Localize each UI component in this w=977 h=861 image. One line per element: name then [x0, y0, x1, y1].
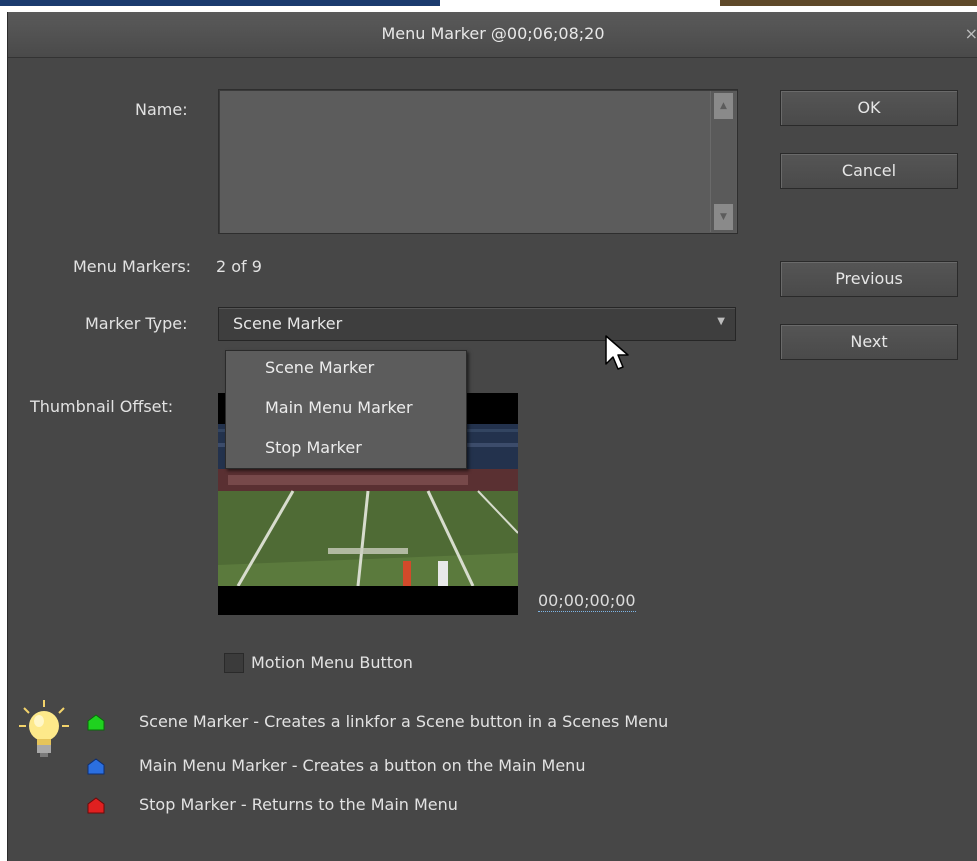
- legend-stop-text: Stop Marker - Returns to the Main Menu: [139, 795, 458, 814]
- cancel-button[interactable]: Cancel: [780, 153, 958, 189]
- thumbnail-offset-timecode[interactable]: 00;00;00;00: [538, 591, 636, 612]
- marker-type-selected: Scene Marker: [233, 314, 343, 333]
- scroll-down-icon[interactable]: ▼: [714, 204, 733, 230]
- marker-type-dropdown[interactable]: Scene Marker ▼: [218, 307, 736, 341]
- mouse-cursor-icon: [605, 335, 629, 370]
- ok-button[interactable]: OK: [780, 90, 958, 126]
- menu-markers-label: Menu Markers:: [73, 257, 192, 276]
- name-textarea[interactable]: ▲ ▼: [218, 89, 738, 234]
- name-label: Name:: [135, 100, 188, 119]
- blue-marker-icon: [87, 758, 105, 775]
- dialog-title: Menu Marker @00;06;08;20: [381, 24, 605, 43]
- menu-item-scene-marker[interactable]: Scene Marker: [265, 358, 374, 377]
- close-icon[interactable]: ×: [965, 24, 977, 43]
- menu-item-main-menu-marker[interactable]: Main Menu Marker: [265, 398, 413, 417]
- marker-type-menu[interactable]: Scene Marker Main Menu Marker Stop Marke…: [225, 350, 467, 469]
- lightbulb-icon: [19, 700, 69, 757]
- marker-type-label: Marker Type:: [85, 314, 188, 333]
- legend-row-scene: Scene Marker - Creates a linkfor a Scene…: [86, 712, 786, 734]
- motion-menu-label: Motion Menu Button: [251, 653, 413, 672]
- legend-row-stop: Stop Marker - Returns to the Main Menu: [86, 795, 786, 817]
- red-marker-icon: [87, 797, 105, 814]
- legend-main-menu-text: Main Menu Marker - Creates a button on t…: [139, 756, 586, 775]
- background-window-fragment: [720, 0, 977, 6]
- dialog-titlebar[interactable]: Menu Marker @00;06;08;20 ×: [8, 12, 977, 58]
- green-marker-icon: [87, 714, 105, 731]
- background-window-fragment: [0, 0, 440, 6]
- menu-marker-dialog: Menu Marker @00;06;08;20 × Name: ▲ ▼ OK …: [7, 12, 977, 861]
- legend-scene-text: Scene Marker - Creates a linkfor a Scene…: [139, 712, 669, 731]
- motion-menu-checkbox[interactable]: [224, 653, 244, 673]
- chevron-down-icon[interactable]: ▼: [717, 316, 725, 327]
- scroll-up-icon[interactable]: ▲: [714, 93, 733, 119]
- menu-markers-count: 2 of 9: [216, 257, 262, 276]
- legend-row-main-menu: Main Menu Marker - Creates a button on t…: [86, 756, 786, 778]
- thumbnail-offset-label: Thumbnail Offset:: [30, 397, 174, 416]
- menu-item-stop-marker[interactable]: Stop Marker: [265, 438, 362, 457]
- previous-button[interactable]: Previous: [780, 261, 958, 297]
- next-button[interactable]: Next: [780, 324, 958, 360]
- name-scrollbar[interactable]: ▲ ▼: [710, 91, 736, 232]
